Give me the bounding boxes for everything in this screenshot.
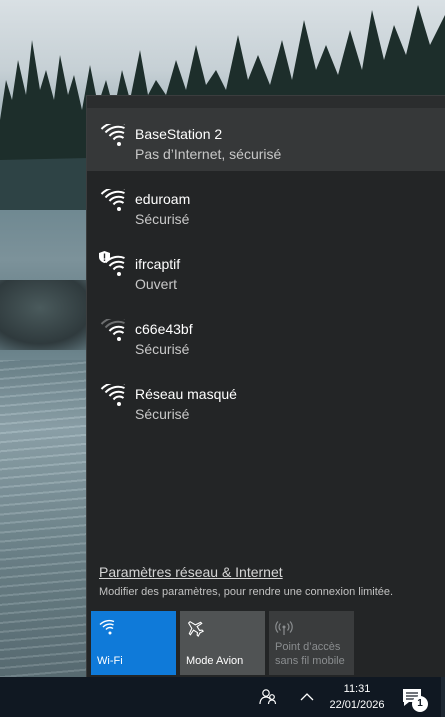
hotspot-label-line1: Point d’accès — [275, 641, 341, 653]
network-name: c66e43bf — [135, 321, 193, 337]
network-name: Réseau masqué — [135, 386, 237, 402]
network-item-eduroam[interactable]: eduroam Sécurisé — [87, 173, 445, 236]
wifi-icon — [100, 384, 125, 406]
network-item-ifrcaptif[interactable]: ifrcaptif Ouvert — [87, 238, 445, 301]
wifi-toggle-tile[interactable]: Wi-Fi — [91, 611, 176, 675]
rock — [0, 280, 100, 350]
network-status: Ouvert — [135, 276, 178, 292]
hotspot-icon — [275, 621, 293, 635]
wifi-icon — [99, 619, 115, 635]
network-status: Sécurisé — [135, 341, 190, 357]
water — [0, 360, 100, 677]
network-item-reseau-masque[interactable]: Réseau masqué Sécurisé — [87, 368, 445, 431]
network-name: eduroam — [135, 191, 191, 207]
network-name: ifrcaptif — [135, 256, 181, 272]
notification-count-badge: 1 — [412, 696, 428, 712]
mobile-hotspot-tile[interactable]: Point d’accès sans fil mobile — [269, 611, 354, 675]
wifi-icon — [100, 124, 125, 146]
wifi-tile-label: Wi-Fi — [97, 655, 123, 667]
network-flyout: BaseStation 2 Pas d’Internet, sécurisé e… — [86, 95, 445, 677]
clock-date: 22/01/2026 — [329, 699, 385, 711]
flyout-top-strip — [87, 96, 445, 108]
airplane-tile-label: Mode Avion — [186, 655, 244, 667]
taskbar: 11:31 22/01/2026 1 — [0, 677, 445, 717]
network-settings-description: Modifier des paramètres, pour rendre une… — [99, 586, 394, 598]
wifi-weak-icon — [100, 319, 125, 341]
network-name: BaseStation 2 — [135, 126, 223, 142]
network-status: Pas d’Internet, sécurisé — [135, 146, 282, 162]
network-status: Sécurisé — [135, 211, 190, 227]
wifi-icon — [100, 189, 125, 211]
airplane-icon — [187, 620, 204, 637]
airplane-mode-tile[interactable]: Mode Avion — [180, 611, 265, 675]
hotspot-label-line2: sans fil mobile — [275, 655, 345, 667]
network-item-c66e43bf[interactable]: c66e43bf Sécurisé — [87, 303, 445, 366]
shield-warning-icon — [99, 251, 110, 263]
taskbar-clock[interactable]: 11:31 22/01/2026 — [328, 681, 386, 713]
people-icon[interactable] — [258, 687, 278, 707]
show-desktop-button[interactable] — [441, 677, 445, 717]
network-settings-link[interactable]: Paramètres réseau & Internet — [99, 564, 283, 580]
network-status: Sécurisé — [135, 406, 190, 422]
network-item-basestation-2[interactable]: BaseStation 2 Pas d’Internet, sécurisé — [87, 108, 445, 171]
clock-time: 11:31 — [343, 683, 371, 695]
chevron-up-icon[interactable] — [298, 688, 316, 706]
hotspot-tile-label: Point d’accès sans fil mobile — [275, 640, 345, 668]
